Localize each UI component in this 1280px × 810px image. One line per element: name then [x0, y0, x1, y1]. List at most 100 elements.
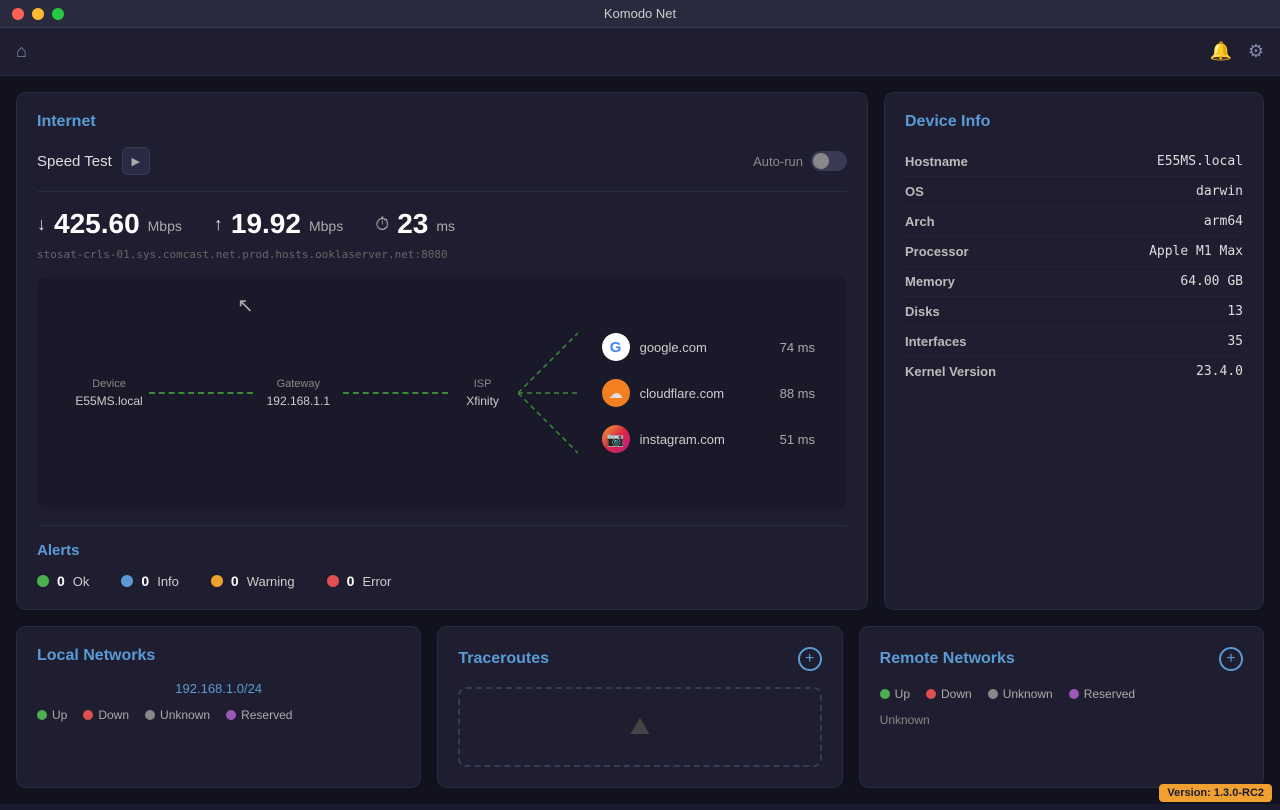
internet-card: Internet Speed Test Auto-run ↓ 425.60 Mb… — [16, 92, 868, 610]
line-device-gateway — [149, 392, 253, 394]
alerts-title: Alerts — [37, 542, 847, 559]
dest-cloudflare: ☁ cloudflare.com 88 ms — [602, 379, 815, 407]
local-networks-card: Local Networks 192.168.1.0/24 Up Down Un… — [16, 626, 421, 788]
disks-val: 13 — [1227, 304, 1243, 319]
clock-icon: ⏱ — [375, 214, 389, 235]
upload-unit: Mbps — [309, 218, 343, 234]
download-value: 425.60 — [54, 208, 140, 240]
remote-networks-title: Remote Networks — [880, 650, 1015, 668]
disks-key: Disks — [905, 304, 940, 319]
legend-reserved: Reserved — [226, 708, 292, 722]
ok-label: Ok — [73, 574, 90, 589]
upload-metric: ↑ 19.92 Mbps — [214, 208, 343, 240]
device-info-table: Hostname E55MS.local OS darwin Arch arm6… — [905, 147, 1243, 386]
legend-unknown-dot — [145, 710, 155, 720]
device-label: Device — [92, 378, 126, 390]
network-map: ↖ Device E55MS.local Gateway 192.168.1.1… — [37, 277, 847, 509]
processor-key: Processor — [905, 244, 969, 259]
traceroutes-header: Traceroutes + — [458, 647, 821, 671]
info-dot-icon — [121, 575, 133, 587]
destinations-list: G google.com 74 ms ☁ cloudflare.com 88 m… — [602, 333, 815, 453]
instagram-ms: 51 ms — [780, 432, 815, 447]
latency-unit: ms — [436, 218, 455, 234]
line-gateway-isp — [343, 392, 447, 394]
info-disks: Disks 13 — [905, 297, 1243, 327]
navbar: ⌂ 🔔 ⚙ — [0, 28, 1280, 76]
remote-legend-unknown-dot — [988, 689, 998, 699]
legend-reserved-dot — [226, 710, 236, 720]
alert-warning: 0 Warning — [211, 573, 295, 589]
gateway-value: 192.168.1.1 — [267, 394, 330, 408]
minimize-button[interactable] — [32, 8, 44, 20]
remote-legend-down-dot — [926, 689, 936, 699]
instagram-name: instagram.com — [640, 432, 770, 447]
add-traceroute-button[interactable]: + — [798, 647, 822, 671]
google-ms: 74 ms — [780, 340, 815, 355]
home-icon[interactable]: ⌂ — [16, 41, 27, 62]
alerts-section: Alerts 0 Ok 0 Info 0 Warning — [37, 525, 847, 589]
cloudflare-icon: ☁ — [602, 379, 630, 407]
internet-title: Internet — [37, 113, 847, 131]
nmap-container: Device E55MS.local Gateway 192.168.1.1 I… — [53, 293, 831, 493]
legend-reserved-label: Reserved — [241, 708, 292, 722]
gateway-node: Gateway 192.168.1.1 — [253, 378, 343, 408]
latency-value: 23 — [397, 208, 428, 240]
app-title: Komodo Net — [604, 6, 676, 21]
local-networks-title: Local Networks — [37, 647, 155, 665]
device-info-card: Device Info Hostname E55MS.local OS darw… — [884, 92, 1264, 610]
os-val: darwin — [1196, 184, 1243, 199]
alert-info: 0 Info — [121, 573, 178, 589]
auto-run-toggle[interactable] — [811, 151, 847, 171]
kernel-key: Kernel Version — [905, 364, 996, 379]
branch-lines-svg — [518, 313, 578, 473]
bell-icon[interactable]: 🔔 — [1209, 41, 1231, 62]
info-processor: Processor Apple M1 Max — [905, 237, 1243, 267]
legend-unknown: Unknown — [145, 708, 210, 722]
info-hostname: Hostname E55MS.local — [905, 147, 1243, 177]
remote-legend-down: Down — [926, 687, 972, 701]
speed-test-label: Speed Test — [37, 153, 112, 170]
kernel-val: 23.4.0 — [1196, 364, 1243, 379]
subnet-label: 192.168.1.0/24 — [37, 681, 400, 696]
speed-test-left: Speed Test — [37, 147, 150, 175]
auto-run-label: Auto-run — [753, 154, 803, 169]
close-button[interactable] — [12, 8, 24, 20]
play-speed-test-button[interactable] — [122, 147, 150, 175]
cloudflare-ms: 88 ms — [780, 386, 815, 401]
info-arch: Arch arm64 — [905, 207, 1243, 237]
maximize-button[interactable] — [52, 8, 64, 20]
alert-ok: 0 Ok — [37, 573, 89, 589]
bottom-row: Local Networks 192.168.1.0/24 Up Down Un… — [16, 626, 1264, 788]
window-controls — [12, 8, 64, 20]
device-info-title: Device Info — [905, 113, 1243, 131]
warning-label: Warning — [247, 574, 295, 589]
speed-test-header: Speed Test Auto-run — [37, 147, 847, 192]
traceroutes-title: Traceroutes — [458, 650, 549, 668]
gear-icon[interactable]: ⚙ — [1248, 41, 1264, 62]
dest-google: G google.com 74 ms — [602, 333, 815, 361]
info-os: OS darwin — [905, 177, 1243, 207]
processor-val: Apple M1 Max — [1149, 244, 1243, 259]
legend-up-dot — [37, 710, 47, 720]
add-remote-network-button[interactable]: + — [1219, 647, 1243, 671]
ok-dot-icon — [37, 575, 49, 587]
remote-networks-card: Remote Networks + Up Down Unknown — [859, 626, 1264, 788]
device-value: E55MS.local — [75, 394, 142, 408]
device-node: Device E55MS.local — [69, 378, 149, 408]
local-networks-header: Local Networks — [37, 647, 400, 665]
legend-up-label: Up — [52, 708, 67, 722]
remote-legend-reserved: Reserved — [1069, 687, 1135, 701]
upload-arrow-icon: ↑ — [214, 214, 223, 235]
traceroute-placeholder-icon: ⛰ — [630, 713, 650, 741]
arch-key: Arch — [905, 214, 935, 229]
version-badge: Version: 1.3.0-RC2 — [1159, 784, 1272, 802]
error-dot-icon — [327, 575, 339, 587]
latency-metric: ⏱ 23 ms — [375, 208, 455, 240]
remote-legend-reserved-dot — [1069, 689, 1079, 699]
alerts-row: 0 Ok 0 Info 0 Warning 0 Error — [37, 573, 847, 589]
remote-networks-legend: Up Down Unknown Reserved — [880, 687, 1243, 701]
legend-unknown-label: Unknown — [160, 708, 210, 722]
remote-legend-reserved-label: Reserved — [1084, 687, 1135, 701]
traceroute-placeholder: ⛰ — [458, 687, 821, 767]
cloudflare-name: cloudflare.com — [640, 386, 770, 401]
